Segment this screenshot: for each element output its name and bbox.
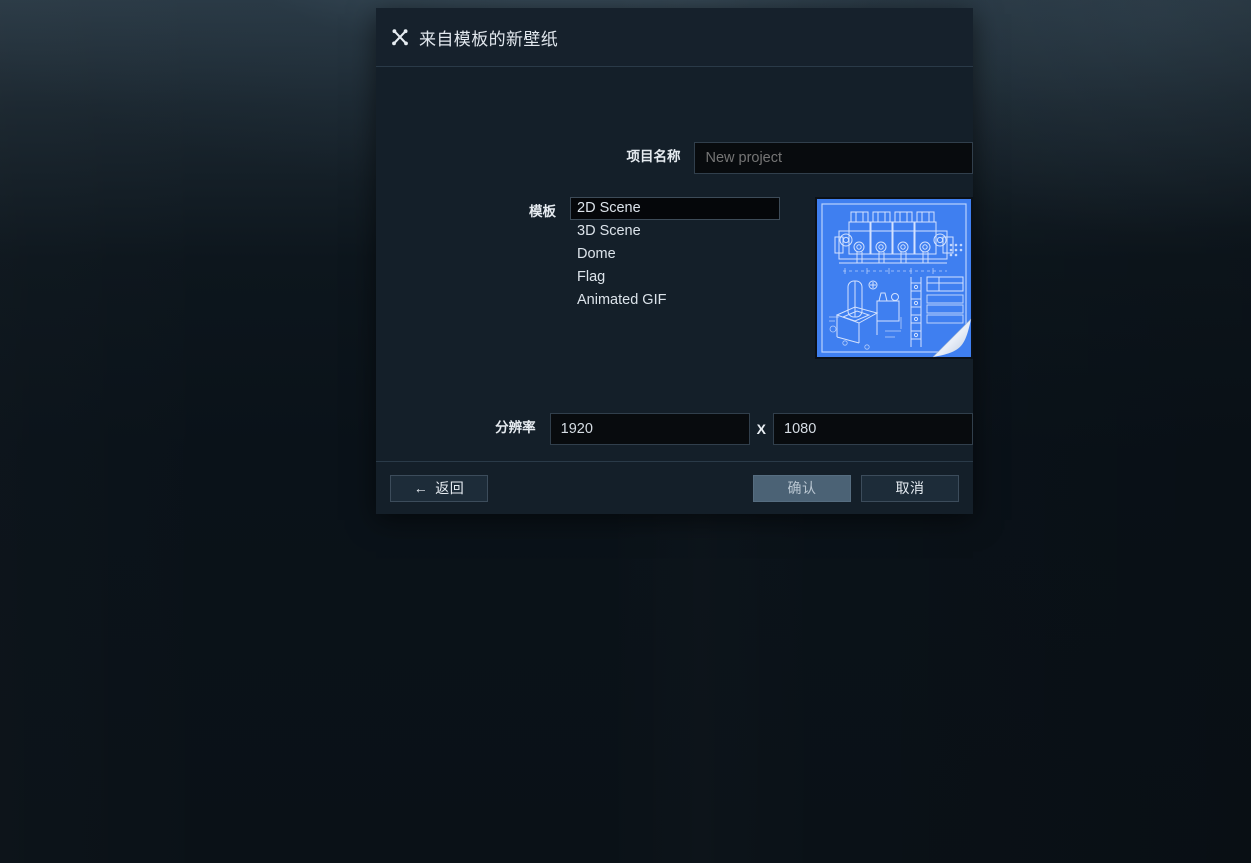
resolution-separator: X xyxy=(756,421,766,437)
confirm-button[interactable]: 确认 xyxy=(753,474,851,502)
confirm-button-label: 确认 xyxy=(787,480,817,496)
project-name-row: 项目名称 xyxy=(376,142,973,174)
tools-wand-icon xyxy=(390,27,410,47)
template-preview-image xyxy=(815,197,973,359)
dialog-footer: ← 返回 确认 取消 xyxy=(376,461,973,514)
resolution-width-input[interactable] xyxy=(549,413,750,445)
template-chooser: 2D Scene 3D Scene Dome Flag Animated GIF xyxy=(570,197,973,359)
template-option-animated-gif[interactable]: Animated GIF xyxy=(570,289,780,312)
resolution-fields: X xyxy=(549,413,973,445)
template-row: 模板 2D Scene 3D Scene Dome Flag Animated … xyxy=(376,197,973,359)
template-option-dome[interactable]: Dome xyxy=(570,243,780,266)
back-button[interactable]: ← 返回 xyxy=(390,474,488,502)
dialog-titlebar: 来自模板的新壁纸 xyxy=(376,8,973,67)
resolution-row: 分辨率 X xyxy=(376,413,973,445)
project-name-input[interactable] xyxy=(694,142,973,174)
template-list[interactable]: 2D Scene 3D Scene Dome Flag Animated GIF xyxy=(570,197,780,312)
resolution-height-input[interactable] xyxy=(773,413,973,445)
template-option-2d-scene[interactable]: 2D Scene xyxy=(570,197,780,220)
cancel-button-label: 取消 xyxy=(895,480,925,496)
project-name-label: 项目名称 xyxy=(626,149,681,164)
desktop-background: 来自模板的新壁纸 项目名称 模板 2D Scene 3D Scene Dome … xyxy=(0,0,1251,863)
resolution-label: 分辨率 xyxy=(495,420,536,435)
template-option-flag[interactable]: Flag xyxy=(570,266,780,289)
new-wallpaper-dialog: 来自模板的新壁纸 项目名称 模板 2D Scene 3D Scene Dome … xyxy=(376,8,973,514)
arrow-left-icon: ← xyxy=(413,480,429,496)
cancel-button[interactable]: 取消 xyxy=(861,474,959,502)
back-button-label: 返回 xyxy=(435,480,465,496)
template-label: 模板 xyxy=(529,204,556,219)
template-option-3d-scene[interactable]: 3D Scene xyxy=(570,220,780,243)
dialog-body: 项目名称 模板 2D Scene 3D Scene Dome Flag Anim… xyxy=(376,67,973,461)
dialog-title: 来自模板的新壁纸 xyxy=(419,29,559,49)
